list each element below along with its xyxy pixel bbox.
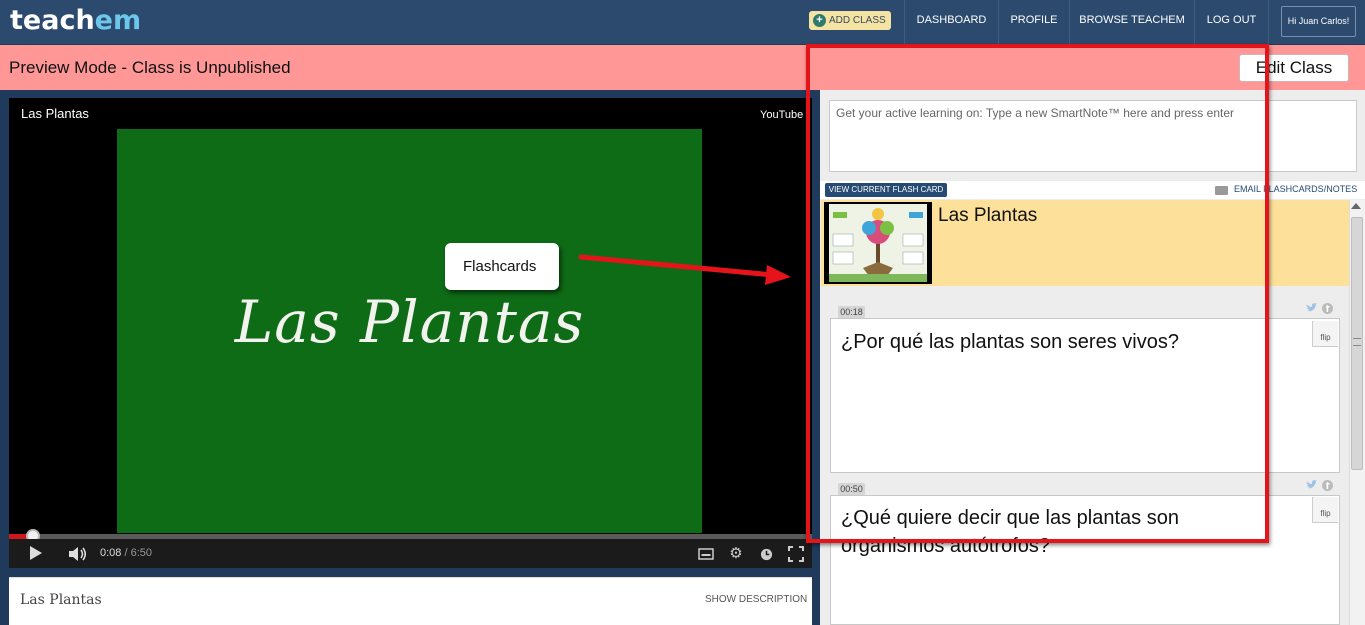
time-separator: /	[121, 547, 131, 559]
annotation-highlight-box	[806, 44, 1269, 543]
description-bar	[9, 577, 812, 625]
volume-icon[interactable]	[68, 546, 88, 562]
youtube-logo[interactable]: YouTube	[760, 109, 803, 121]
facebook-icon[interactable]	[1322, 480, 1333, 491]
video-title[interactable]: Las Plantas	[21, 106, 89, 121]
flip-button[interactable]: flip	[1312, 497, 1338, 523]
nav-profile[interactable]: PROFILE	[998, 0, 1069, 44]
fullscreen-icon[interactable]	[787, 545, 805, 563]
logo-text-em: em	[94, 5, 142, 36]
nav-dashboard[interactable]: DASHBOARD	[904, 0, 998, 44]
nav-log-out[interactable]: LOG OUT	[1194, 0, 1268, 44]
scrollbar-grip-icon	[1353, 338, 1361, 346]
user-greeting-button[interactable]: Hi Juan Carlos!	[1281, 6, 1356, 37]
facebook-icon[interactable]	[1322, 303, 1333, 314]
video-slide-title: Las Plantas	[234, 288, 585, 356]
video-time-display: 0:08 / 6:50	[100, 547, 152, 559]
show-description-link[interactable]: SHOW DESCRIPTION	[705, 594, 807, 605]
add-class-button[interactable]: + ADD CLASS	[809, 11, 891, 30]
flip-button[interactable]: flip	[1312, 321, 1338, 347]
nav-browse-teachem[interactable]: BROWSE TEACHEM	[1069, 0, 1194, 44]
captions-icon[interactable]	[697, 545, 715, 563]
play-icon[interactable]	[30, 546, 42, 560]
current-time: 0:08	[100, 547, 122, 559]
teachem-logo[interactable]: teachem	[10, 4, 141, 40]
twitter-icon[interactable]	[1306, 303, 1317, 314]
video-duration: 6:50	[130, 547, 153, 559]
logo-text-teach: teach	[10, 5, 95, 36]
preview-mode-text: Preview Mode - Class is Unpublished	[9, 58, 291, 77]
annotation-arrow	[578, 254, 791, 285]
gear-icon[interactable]: ⚙	[727, 545, 745, 563]
scroll-up-arrow-icon[interactable]	[1351, 203, 1361, 209]
plus-circle-icon: +	[813, 14, 826, 27]
twitter-icon[interactable]	[1306, 480, 1317, 491]
clock-icon[interactable]	[757, 545, 775, 563]
class-title: Las Plantas	[20, 592, 102, 608]
add-class-label: ADD CLASS	[829, 15, 886, 26]
flashcards-callout: Flashcards	[445, 243, 559, 290]
